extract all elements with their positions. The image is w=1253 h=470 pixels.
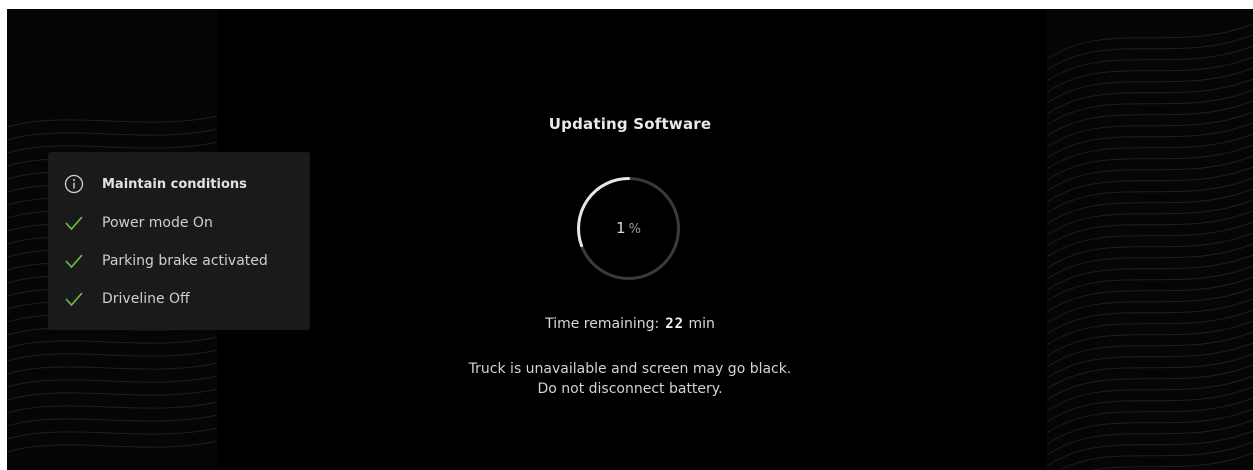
progress-unit: % — [628, 222, 641, 237]
wave-line — [1046, 397, 1253, 434]
wave-line — [7, 335, 223, 349]
condition-label: Power mode On — [102, 215, 213, 231]
wave-line — [1046, 155, 1253, 192]
wave-line — [1046, 78, 1253, 115]
wave-line — [1046, 199, 1253, 236]
wave-line — [1046, 419, 1253, 456]
warning-line-1: Truck is unavailable and screen may go b… — [468, 361, 792, 377]
progress-number: 1 — [616, 219, 626, 237]
condition-item: Parking brake activated — [62, 250, 268, 272]
time-remaining-label: Time remaining: — [545, 316, 660, 332]
wave-line — [1046, 34, 1253, 71]
wave-line — [7, 413, 223, 427]
wave-line — [1046, 166, 1253, 203]
condition-label: Parking brake activated — [102, 253, 268, 269]
wave-line — [1046, 56, 1253, 93]
wave-line — [1046, 133, 1253, 170]
check-icon — [62, 250, 86, 272]
check-icon — [62, 212, 86, 234]
condition-item: Driveline Off — [62, 288, 190, 310]
time-remaining-unit: min — [688, 316, 715, 332]
warning-line-2: Do not disconnect battery. — [537, 381, 723, 397]
wave-line — [1046, 188, 1253, 225]
update-title: Updating Software — [548, 115, 712, 133]
wave-line — [7, 439, 223, 453]
info-icon — [62, 173, 86, 195]
conditions-header-label: Maintain conditions — [102, 176, 247, 192]
maintain-conditions-panel: Maintain conditions Power mode On Parkin… — [48, 152, 310, 330]
wave-line — [1046, 243, 1253, 280]
condition-label: Driveline Off — [102, 291, 190, 307]
wave-line — [7, 400, 223, 414]
time-remaining-value: 22 — [665, 316, 685, 332]
condition-item: Power mode On — [62, 212, 213, 234]
check-icon — [62, 288, 86, 310]
update-warning: Truck is unavailable and screen may go b… — [7, 359, 1253, 399]
conditions-header: Maintain conditions — [62, 173, 247, 195]
wave-line — [7, 426, 223, 440]
wave-line — [1046, 221, 1253, 258]
wave-line — [1046, 23, 1253, 60]
wave-line — [1046, 430, 1253, 467]
wave-line — [1046, 144, 1253, 181]
wave-line — [1057, 441, 1253, 470]
wave-line — [1046, 45, 1253, 82]
wave-line — [1046, 232, 1253, 269]
wave-line — [1046, 210, 1253, 247]
wave-line — [1046, 67, 1253, 104]
wave-line — [1046, 177, 1253, 214]
wave-line — [1046, 254, 1253, 291]
progress-percent: 1% — [575, 219, 682, 237]
wave-line — [1046, 408, 1253, 445]
wave-line — [1046, 265, 1253, 302]
software-update-screen: Updating Software 1% Time remaining: 22 m… — [7, 9, 1253, 470]
wave-line — [1046, 276, 1253, 313]
